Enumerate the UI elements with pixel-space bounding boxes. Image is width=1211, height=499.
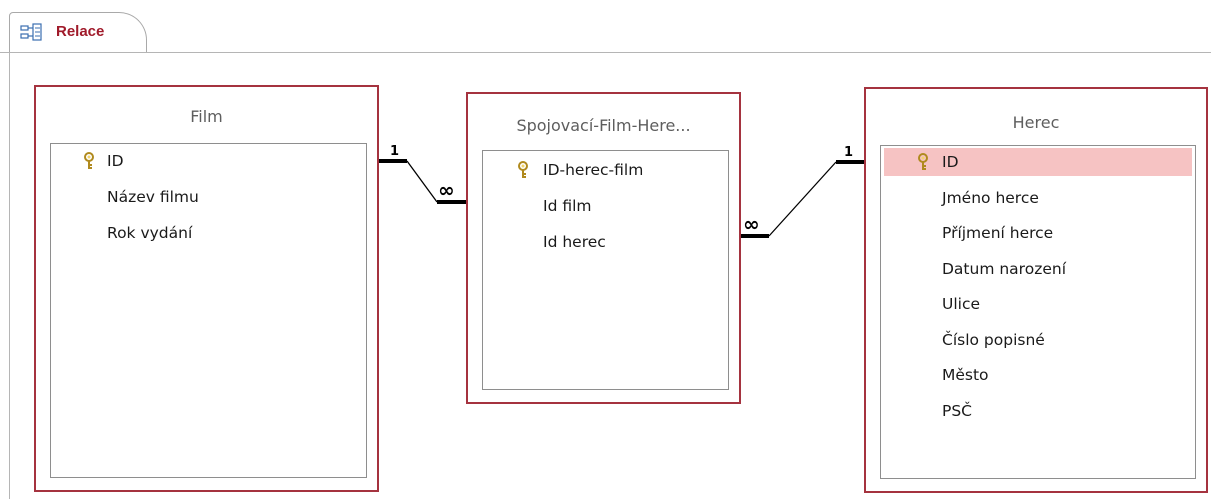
table-title-spojovaci: Spojovací-Film-Here...: [516, 116, 691, 135]
field-row[interactable]: Jméno herce: [881, 184, 1195, 212]
relationships-icon: [20, 23, 42, 41]
field-name: Id film: [543, 197, 592, 215]
field-row[interactable]: Ulice: [881, 290, 1195, 318]
field-name: ID: [107, 152, 124, 170]
table-herec[interactable]: Herec ID Jméno herce Příjmení herce Datum n…: [864, 87, 1208, 493]
field-name: Jméno herce: [942, 188, 1039, 207]
field-name: Název filmu: [107, 188, 199, 206]
field-name: Ulice: [942, 295, 981, 313]
field-row[interactable]: Příjmení herce: [881, 219, 1195, 247]
primary-key-icon: [918, 153, 928, 170]
table-film[interactable]: Film ID Název filmu Rok vydání: [34, 85, 379, 492]
tab-relace[interactable]: Relace: [9, 12, 147, 53]
field-list-herec[interactable]: ID Jméno herce Příjmení herce Datum narozen…: [880, 145, 1196, 479]
field-name: PSČ: [942, 401, 973, 420]
field-name: ID: [942, 153, 959, 171]
field-name: Příjmení herce: [942, 224, 1054, 242]
field-name: Číslo popisné: [942, 330, 1045, 349]
field-name: Město: [942, 366, 989, 384]
field-name: Rok vydání: [107, 224, 193, 242]
field-name: Datum narození: [942, 259, 1066, 278]
field-row[interactable]: ID: [51, 147, 366, 175]
primary-key-icon: [84, 152, 94, 169]
table-title-film: Film: [190, 107, 223, 126]
tab-label: Relace: [56, 23, 105, 40]
document-tab-strip: Relace: [0, 0, 1211, 58]
field-name: ID-herec-film: [543, 161, 644, 179]
field-row[interactable]: Číslo popisné: [881, 326, 1195, 354]
field-row[interactable]: Id herec: [483, 228, 728, 256]
field-row[interactable]: ID: [884, 148, 1192, 176]
field-row[interactable]: Id film: [483, 192, 728, 220]
field-row[interactable]: ID-herec-film: [483, 156, 728, 184]
field-row[interactable]: PSČ: [881, 397, 1195, 425]
table-spojovaci-film-herec[interactable]: Spojovací-Film-Here... ID-herec-film Id f…: [466, 92, 741, 404]
field-list-spojovaci[interactable]: ID-herec-film Id film Id herec: [482, 150, 729, 390]
field-row[interactable]: Název filmu: [51, 183, 366, 211]
field-row[interactable]: Město: [881, 361, 1195, 389]
field-row[interactable]: Rok vydání: [51, 219, 366, 247]
primary-key-icon: [518, 161, 528, 178]
field-list-film[interactable]: ID Název filmu Rok vydání: [50, 143, 367, 478]
field-name: Id herec: [543, 233, 606, 251]
field-row[interactable]: Datum narození: [881, 255, 1195, 283]
table-title-herec: Herec: [1012, 113, 1060, 132]
